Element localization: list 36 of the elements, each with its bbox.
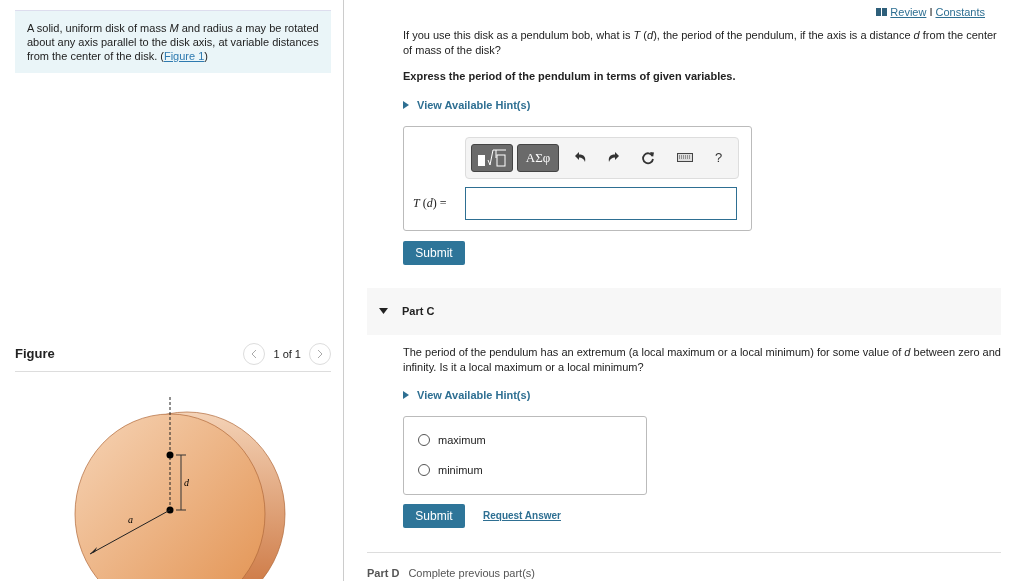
templates-icon [476,147,508,168]
part-c-header[interactable]: Part C [367,287,1001,335]
chevron-right-icon [317,349,323,359]
caret-icon [403,391,409,400]
hints-toggle[interactable]: View Available Hint(s) [403,97,531,114]
page-counter: 1 of 1 [273,346,301,362]
request-answer-link[interactable]: Request Answer [483,508,561,523]
hints-toggle[interactable]: View Available Hint(s) [403,387,531,404]
redo-icon[interactable] [607,152,620,163]
link-separator: I [929,5,933,20]
answer-field[interactable] [465,186,737,220]
constants-link[interactable]: Constants [935,4,985,21]
part-d-title: Part D [367,565,400,581]
submit-button[interactable]: Submit [403,503,465,528]
help-button[interactable]: ? [714,147,723,168]
templates-button[interactable] [471,143,513,172]
figure-link[interactable]: Figure 1 [163,50,205,62]
part-d-status: Complete previous part(s) [408,565,535,581]
intro-text: A solid, uniform disk of mass M and radius a may be rotated about any axis parallel to the disk axis, at variable distances from the center of the disk. (Figure 1) [27,22,319,62]
radio-option[interactable]: maximum [418,432,646,449]
refresh-icon[interactable] [641,150,656,165]
submit-button[interactable]: Submit [403,240,465,265]
keyboard-icon[interactable] [677,153,694,162]
undo-icon[interactable] [573,152,586,163]
book-icon [876,8,888,17]
answer-label: T (d) = [413,195,448,212]
question-text: If you use this disk as a pendulum bob, what is T (d), the period of the pendulum, if the axis is a distance d from the center of mass of the disk? [403,27,998,58]
instruction-text: Express the period of the pendulum in terms of given variables. [403,68,737,84]
figure-title: Figure [15,345,55,364]
part-c-title: Part C [402,304,435,319]
chevron-left-icon [251,349,258,359]
radio-option[interactable]: minimum [418,461,646,478]
caret-icon [403,101,409,110]
greek-button[interactable]: ΑΣφ [517,143,559,172]
review-link[interactable]: Review [890,4,927,21]
question-text: The period of the pendulum has an extremum (a local maximum or a local minimum) for some value of d between zero and infinity. Is it a local maximum or a local minimum? [403,345,1001,375]
